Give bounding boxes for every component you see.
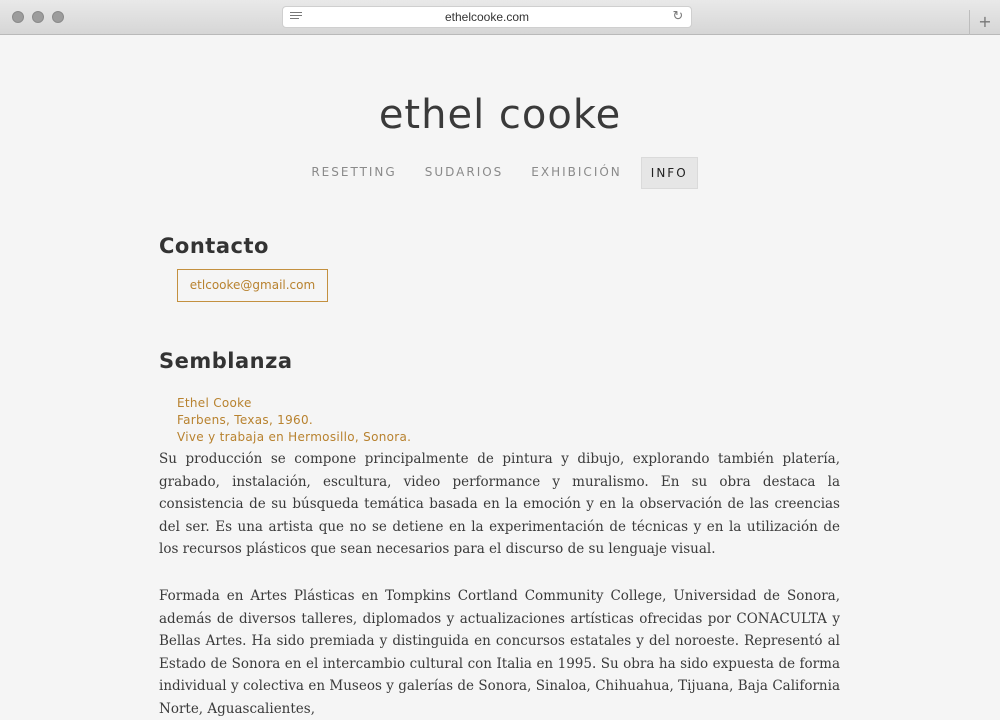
bio-paragraph-1: Su producción se compone principalmente … — [159, 451, 840, 557]
browser-toolbar: ethelcooke.com ↻ + — [0, 0, 1000, 35]
bio-name: Ethel Cooke — [177, 396, 252, 410]
bio-residence: Vive y trabaja en Hermosillo, Sonora. — [177, 430, 412, 444]
nav-item-resetting[interactable]: RESETTING — [302, 157, 405, 187]
email-link[interactable]: etlcooke@gmail.com — [177, 269, 328, 302]
reload-icon[interactable]: ↻ — [671, 10, 685, 24]
minimize-window-button[interactable] — [32, 11, 44, 23]
site-title[interactable]: ethel cooke — [0, 92, 1000, 138]
url-text[interactable]: ethelcooke.com — [283, 10, 691, 24]
new-tab-button[interactable]: + — [969, 10, 1000, 35]
address-bar[interactable]: ethelcooke.com ↻ — [282, 6, 692, 28]
contact-heading: Contacto — [159, 234, 269, 258]
nav-item-exhibicion[interactable]: EXHIBICIÓN — [522, 157, 630, 187]
nav-item-info[interactable]: INFO — [640, 157, 698, 189]
close-window-button[interactable] — [12, 11, 24, 23]
window-controls — [12, 11, 64, 23]
bio-details: Ethel Cooke Farbens, Texas, 1960. Vive y… — [177, 395, 411, 446]
zoom-window-button[interactable] — [52, 11, 64, 23]
bio-heading: Semblanza — [159, 349, 293, 373]
main-nav: RESETTING SUDARIOS EXHIBICIÓN INFO — [0, 157, 1000, 189]
bio-birthplace: Farbens, Texas, 1960. — [177, 413, 314, 427]
nav-item-sudarios[interactable]: SUDARIOS — [416, 157, 513, 187]
